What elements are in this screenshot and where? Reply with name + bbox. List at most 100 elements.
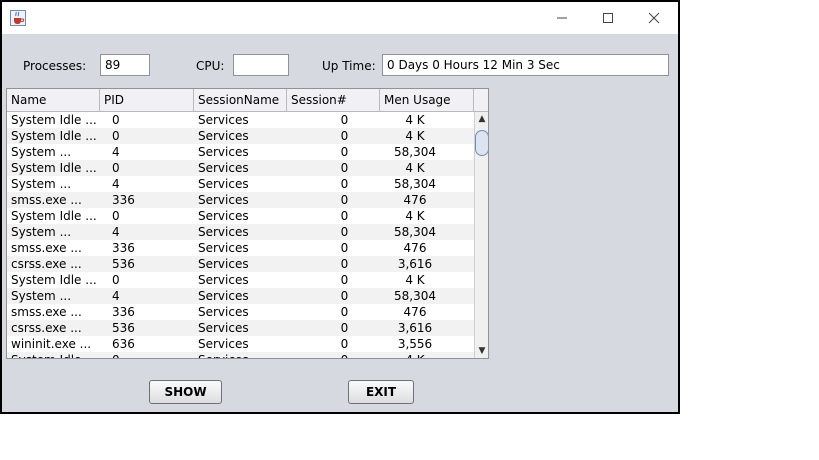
cell-mem-usage: 476 (403, 305, 427, 319)
cell-session-number: 0 (340, 305, 349, 319)
scroll-up-icon[interactable]: ▲ (475, 112, 488, 126)
close-button[interactable] (634, 6, 674, 30)
table-row[interactable]: smss.exe ... 336 Services 0 476 (7, 240, 474, 256)
cell-session-name: Services (198, 113, 249, 127)
cell-name: smss.exe ... (11, 241, 82, 255)
table-row[interactable]: System Idle ...0Services04 K (7, 272, 474, 288)
cell-pid: 536 (112, 321, 135, 335)
scroll-down-icon[interactable]: ▼ (475, 344, 488, 358)
cell-session-name: Services (198, 129, 249, 143)
minimize-button[interactable] (542, 6, 582, 30)
column-header-session-number[interactable]: Session# (287, 89, 380, 111)
cell-pid: 336 (112, 193, 135, 207)
cell-name: System ... (11, 145, 72, 159)
window-content: Processes: 89 CPU: Up Time: 0 Days 0 Hou… (2, 2, 678, 412)
table-row[interactable]: System ... 4 Services 0 58,304 (7, 144, 474, 160)
cell-name: System ... (11, 289, 72, 303)
cell-pid: 0 (112, 129, 120, 143)
cell-session-number: 0 (340, 225, 349, 239)
cell-session-number: 0 (340, 177, 349, 191)
table-row[interactable]: wininit.exe ... 636 Services 0 3,556 (7, 336, 474, 352)
scroll-thumb[interactable] (475, 130, 488, 156)
cell-name: System Idle ... (11, 209, 97, 223)
cell-mem-usage: 4 K (405, 129, 425, 143)
cell-session-number: 0 (340, 273, 349, 287)
column-header-name[interactable]: Name (7, 89, 100, 111)
maximize-button[interactable] (588, 6, 628, 30)
table-body: System Idle ... 0 Services 0 4 K System Idle … (7, 112, 474, 358)
maximize-icon (603, 13, 613, 23)
processes-field[interactable]: 89 (100, 54, 150, 76)
process-table[interactable]: Name PID SessionName Session# Men Usage … (6, 88, 489, 359)
cell-session-name: Services (198, 145, 249, 159)
cell-session-name: Services (198, 321, 249, 335)
cell-session-number: 0 (340, 337, 349, 351)
cell-session-name: Services (198, 273, 249, 287)
cell-pid: 4 (112, 145, 120, 159)
cell-name: wininit.exe ... (11, 337, 92, 351)
cell-pid: 4 (112, 289, 120, 303)
column-header-session-name[interactable]: SessionName (194, 89, 287, 111)
show-button[interactable]: SHOW (149, 380, 222, 404)
table-row[interactable]: System ... 4 Services 0 58,304 (7, 224, 474, 240)
cell-pid: 336 (112, 241, 135, 255)
cell-name: System Idle ... (11, 129, 97, 143)
table-row[interactable]: csrss.exe ... 536 Services 0 3,616 (7, 256, 474, 272)
title-bar[interactable] (2, 2, 678, 34)
column-header-pid[interactable]: PID (100, 89, 194, 111)
table-row[interactable]: System Idle ...0Services04 K (7, 160, 474, 176)
column-header-mem-usage[interactable]: Men Usage (380, 89, 474, 111)
uptime-field[interactable]: 0 Days 0 Hours 12 Min 3 Sec (382, 54, 669, 76)
cell-pid: 336 (112, 305, 135, 319)
cell-pid: 636 (112, 337, 135, 351)
cell-session-name: Services (198, 193, 249, 207)
exit-button[interactable]: EXIT (348, 380, 414, 404)
cell-pid: 536 (112, 257, 135, 271)
cell-session-number: 0 (340, 161, 349, 175)
uptime-label: Up Time: (322, 59, 376, 73)
cell-pid: 0 (112, 209, 120, 223)
cell-name: csrss.exe ... (11, 321, 82, 335)
processes-label: Processes: (23, 59, 87, 73)
table-row[interactable]: System Idle ...0Services04 K (7, 352, 474, 358)
cell-session-number: 0 (340, 321, 349, 335)
cell-session-name: Services (198, 241, 249, 255)
table-row[interactable]: System ... 4 Services 0 58,304 (7, 176, 474, 192)
table-row[interactable]: csrss.exe ... 536 Services 0 3,616 (7, 320, 474, 336)
table-row[interactable]: System ... 4 Services 0 58,304 (7, 288, 474, 304)
minimize-icon (557, 17, 567, 19)
cell-name: smss.exe ... (11, 305, 82, 319)
cell-session-name: Services (198, 305, 249, 319)
cell-session-name: Services (198, 177, 249, 191)
cell-session-number: 0 (340, 193, 349, 207)
cell-mem-usage: 58,304 (394, 289, 436, 303)
app-window: Processes: 89 CPU: Up Time: 0 Days 0 Hou… (0, 0, 680, 414)
java-cup-icon (10, 10, 26, 26)
cell-pid: 0 (112, 161, 120, 175)
cell-mem-usage: 3,616 (397, 321, 433, 335)
cell-name: csrss.exe ... (11, 257, 82, 271)
cell-session-name: Services (198, 161, 249, 175)
table-row[interactable]: System Idle ...0Services04 K (7, 208, 474, 224)
table-row[interactable]: System Idle ... 0 Services 0 4 K (7, 128, 474, 144)
cpu-label: CPU: (196, 59, 225, 73)
cell-session-number: 0 (340, 145, 349, 159)
cell-session-number: 0 (340, 289, 349, 303)
close-icon (648, 12, 660, 24)
cell-mem-usage: 58,304 (394, 145, 436, 159)
cpu-field[interactable] (233, 54, 289, 76)
vertical-scrollbar[interactable]: ▲ ▼ (474, 112, 488, 358)
table-row[interactable]: smss.exe ... 336 Services 0 476 (7, 192, 474, 208)
cell-mem-usage: 4 K (405, 209, 425, 223)
cell-pid: 0 (100, 352, 194, 358)
cell-session-number: 0 (340, 241, 349, 255)
cell-mem-usage: 58,304 (394, 177, 436, 191)
cell-name: smss.exe ... (11, 193, 82, 207)
table-row[interactable]: System Idle ...0Services04 K (7, 112, 474, 128)
cell-session-number: 0 (340, 129, 349, 143)
cell-session-name: Services (198, 257, 249, 271)
cell-session-number: 0 (340, 257, 349, 271)
cell-name: System Idle ... (7, 352, 100, 358)
table-row[interactable]: smss.exe ... 336 Services 0 476 (7, 304, 474, 320)
cell-pid: 4 (112, 177, 120, 191)
